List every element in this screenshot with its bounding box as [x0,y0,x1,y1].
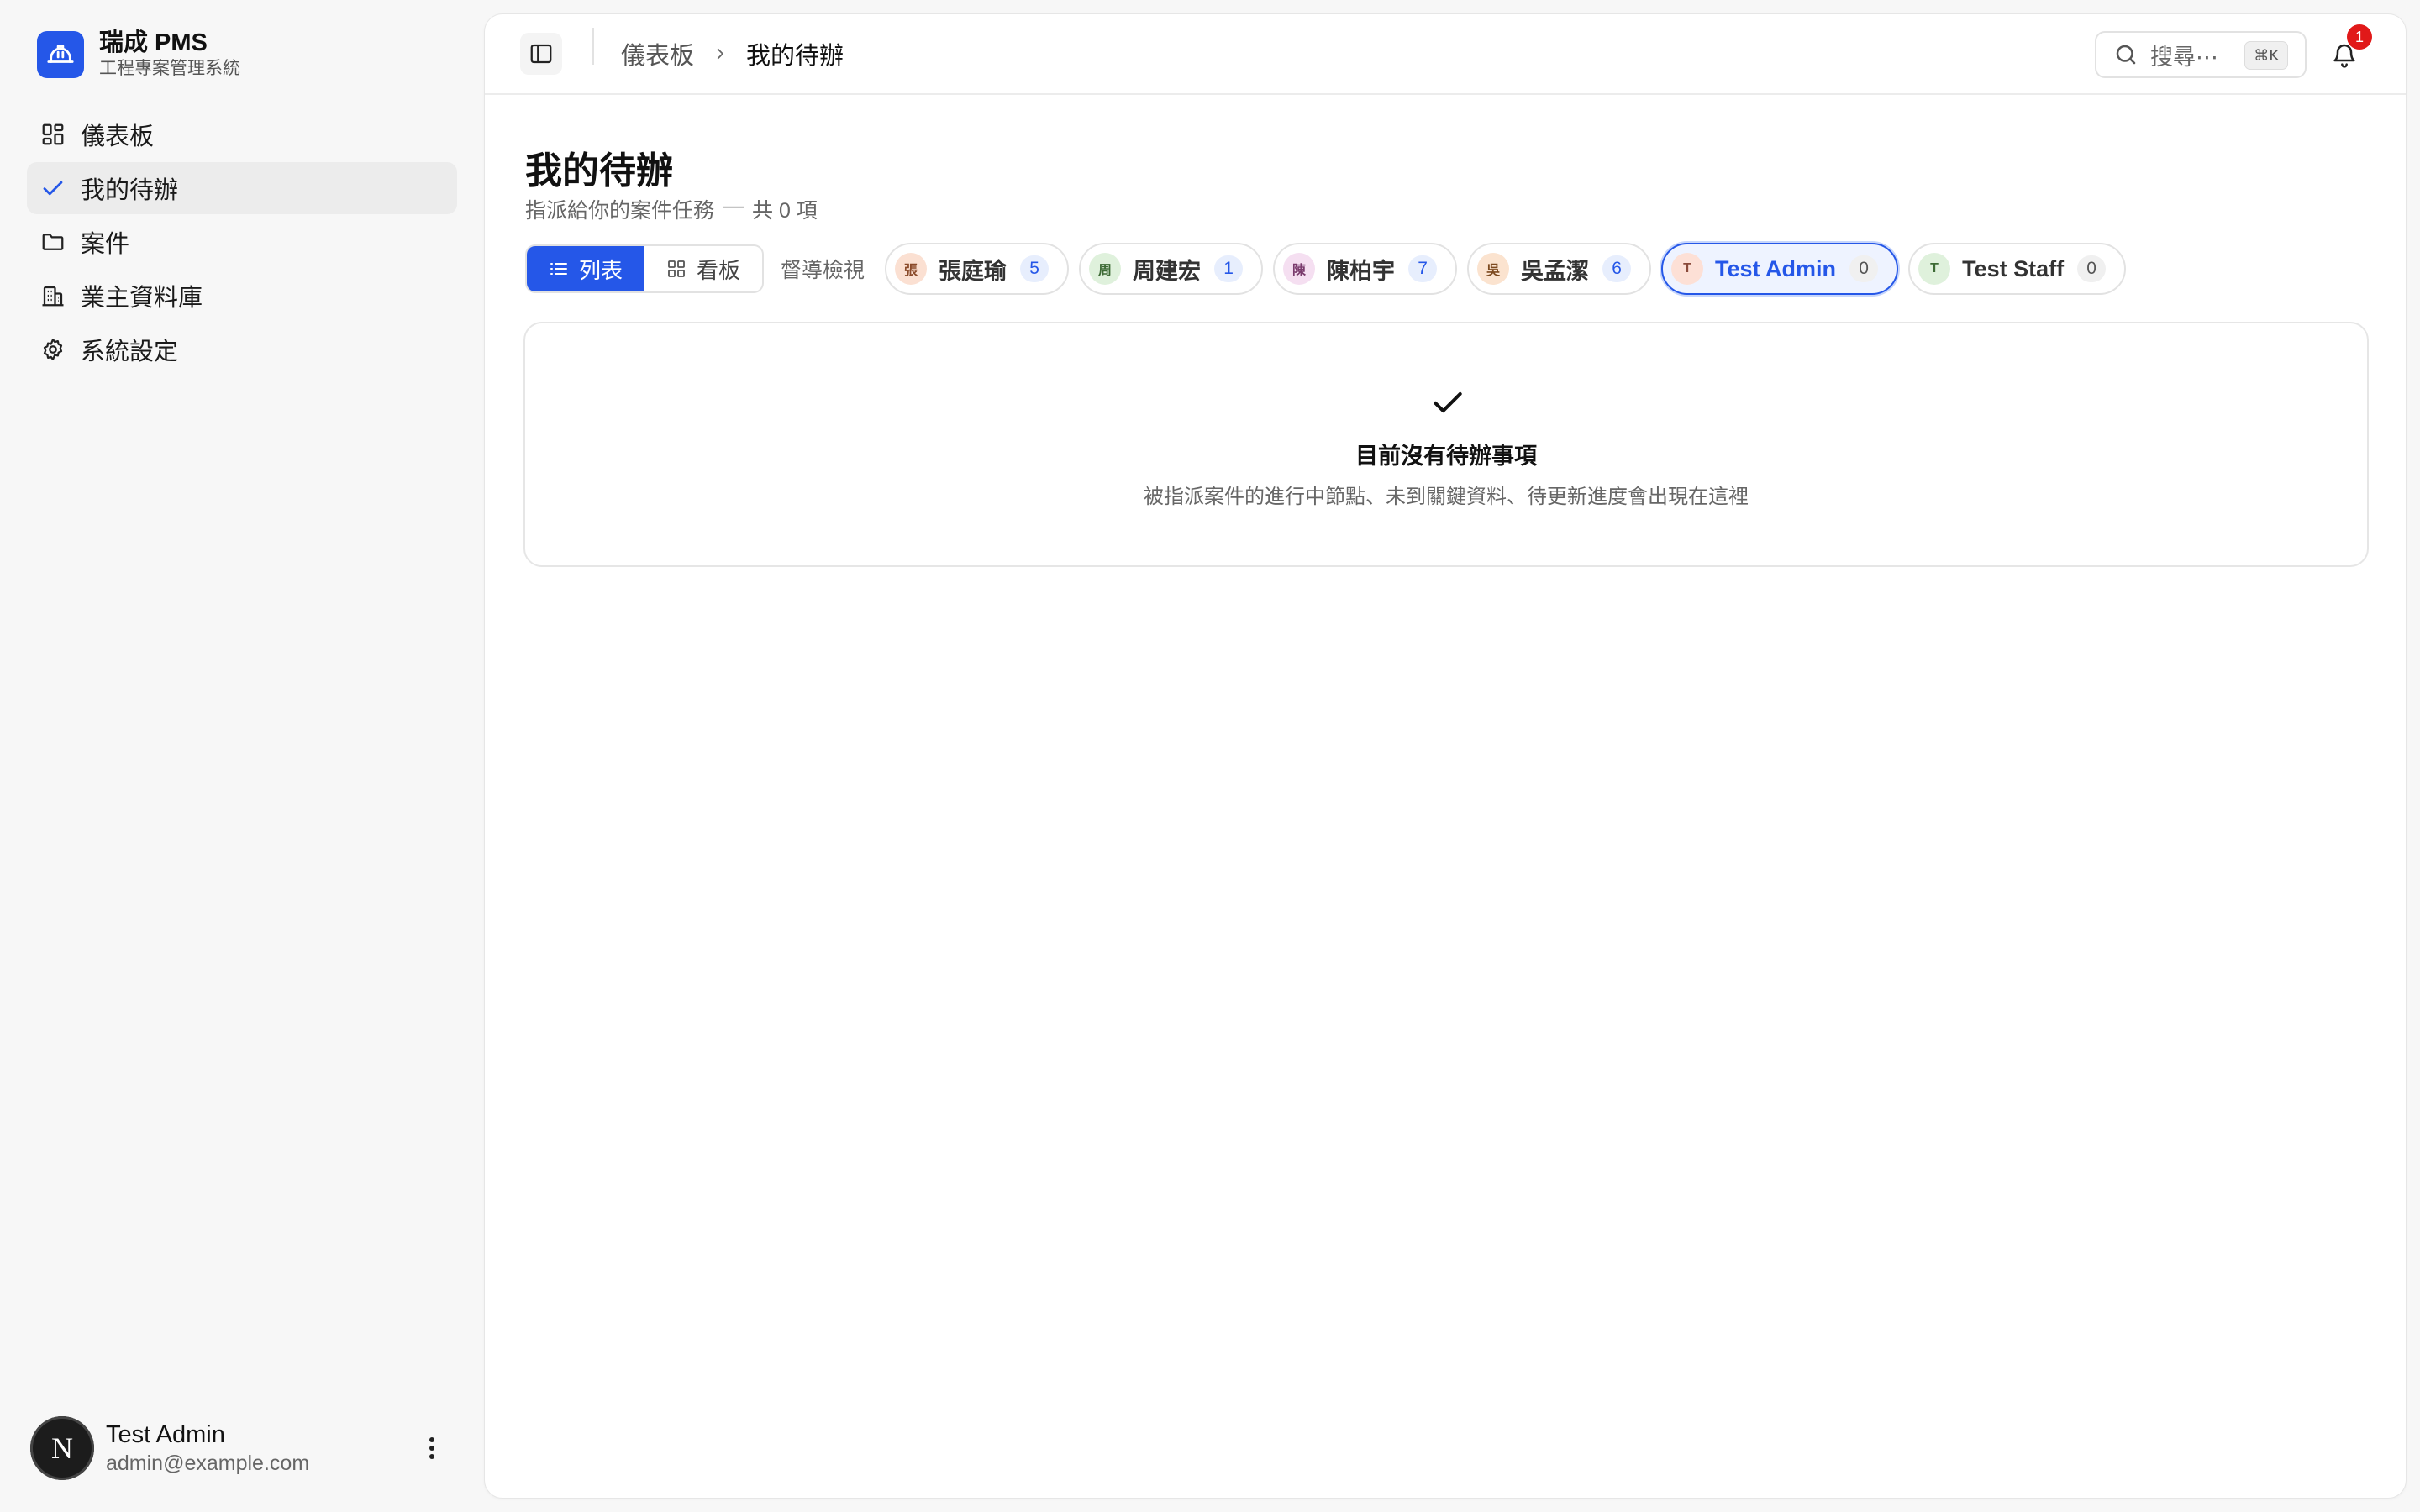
breadcrumb-current: 我的待辦 [746,43,844,70]
sidebar-item-dashboard[interactable]: 儀表板 [27,108,457,160]
sidebar-item-settings[interactable]: 系統設定 [27,323,457,375]
breadcrumb-link-dashboard[interactable]: 儀表板 [621,36,694,71]
page-subtitle: 指派給你的案件任務 — 共 0 項 [525,194,818,224]
check-icon [43,181,63,196]
sidebar-item-label: 儀表板 [81,123,155,150]
page-subtitle-separator: — [723,194,744,218]
board-view-label: 看板 [697,257,741,283]
todo-count: 共 0 項 [752,199,818,223]
dashboard-icon [42,123,64,145]
search-placeholder: 搜尋⋯ [2150,44,2218,70]
todo-count-badge: 5 [1020,255,1050,282]
todo-count-badge: 1 [1214,255,1244,282]
empty-state-title: 目前沒有待辦事項 [1355,444,1537,469]
check-icon [1434,391,1462,413]
sidebar-item-my-todos[interactable]: 我的待辦 [27,162,457,214]
todo-count-badge: 0 [1849,255,1879,282]
avatar: 張 [895,253,928,285]
person-name: Test Staff [1962,255,2065,281]
avatar: 周 [1089,253,1122,285]
empty-state: 目前沒有待辦事項 被指派案件的進行中節點、未到關鍵資料、待更新進度會出現在這裡 [523,322,2369,567]
hard-hat-icon [37,31,84,78]
person-filter-chip[interactable]: 吳吳孟潔 6 [1467,243,1652,295]
sidebar-item-label: 案件 [81,231,130,258]
sidebar: 瑞成 PMS 工程專案管理系統 儀表板 我的待辦 案件 業主資料庫 系統設定 N… [0,0,479,1512]
keyboard-shortcut: ⌘K [2244,41,2288,70]
sidebar-toggle-button[interactable] [520,33,562,75]
avatar: 吳 [1477,253,1510,285]
topbar: 儀表板 我的待辦 搜尋⋯ ⌘K 1 [485,14,2406,95]
people-filter: 張張庭瑜 5 周周建宏 1 陳陳柏宇 7 吳吳孟潔 6 T Test Admin 0 T Test St… [875,243,2127,295]
person-filter-chip[interactable]: 陳陳柏宇 7 [1273,243,1458,295]
grid-icon [668,260,685,277]
sidebar-nav: 儀表板 我的待辦 案件 業主資料庫 系統設定 [27,108,457,377]
list-icon [550,263,567,275]
brand-name: 瑞成 PMS [99,29,208,56]
notification-badge: 1 [2347,24,2372,50]
search-icon [2116,45,2136,65]
breadcrumb: 儀表板 我的待辦 [621,36,844,71]
user-profile[interactable]: N Test Admin admin@example.com [30,1415,450,1482]
person-name: 吳孟潔 [1521,258,1590,284]
chevron-right-icon [713,46,728,61]
person-name: 周建宏 [1133,258,1202,284]
empty-state-description: 被指派案件的進行中節點、未到關鍵資料、待更新進度會出現在這裡 [1144,486,1749,508]
brand-subtitle: 工程專案管理系統 [99,59,240,78]
supervisor-view-label: 督導檢視 [781,259,865,282]
todo-count-badge: 6 [1602,255,1632,282]
sidebar-item-label: 系統設定 [81,339,179,365]
page-title: 我的待辦 [525,150,673,192]
todo-count-badge: 0 [2077,255,2107,282]
toolbar: 列表 看板 督導檢視 張張庭瑜 5 周周建宏 1 陳陳柏宇 7 吳吳孟潔 6 T Test Adm… [525,243,2127,295]
avatar: 陳 [1283,253,1316,285]
person-name: 陳柏宇 [1327,258,1396,284]
more-vertical-icon[interactable] [413,1430,450,1467]
sidebar-item-cases[interactable]: 案件 [27,216,457,268]
sidebar-item-clients[interactable]: 業主資料庫 [27,270,457,322]
main-panel: 儀表板 我的待辦 搜尋⋯ ⌘K 1 我的待辦 指派給你的案件任務 — 共 0 項 [484,13,2407,1499]
person-name: Test Admin [1715,255,1837,281]
avatar: T [1918,253,1951,285]
sidebar-item-label: 業主資料庫 [81,285,203,312]
user-email: admin@example.com [106,1452,310,1475]
person-filter-chip[interactable]: 周周建宏 1 [1079,243,1264,295]
list-view-button[interactable]: 列表 [527,246,645,291]
person-filter-chip[interactable]: T Test Admin 0 [1661,243,1899,295]
page-subtitle-text: 指派給你的案件任務 [525,199,715,223]
user-name: Test Admin [106,1421,225,1448]
building-icon [42,286,64,307]
todo-count-badge: 7 [1408,255,1438,282]
folder-icon [42,234,64,250]
divider [592,28,594,65]
view-toggle: 列表 看板 [525,244,765,293]
board-view-button[interactable]: 看板 [644,246,762,291]
person-name: 張庭瑜 [939,258,1007,284]
sidebar-toggle-icon [530,44,552,64]
gear-icon [43,339,63,360]
avatar: T [1671,253,1704,285]
list-view-label: 列表 [579,257,623,283]
person-filter-chip[interactable]: T Test Staff 0 [1908,243,2127,295]
search-input[interactable]: 搜尋⋯ ⌘K [2095,31,2307,78]
sidebar-item-label: 我的待辦 [81,177,179,204]
person-filter-chip[interactable]: 張張庭瑜 5 [885,243,1070,295]
avatar: N [30,1416,94,1480]
brand[interactable]: 瑞成 PMS 工程專案管理系統 [37,29,240,81]
